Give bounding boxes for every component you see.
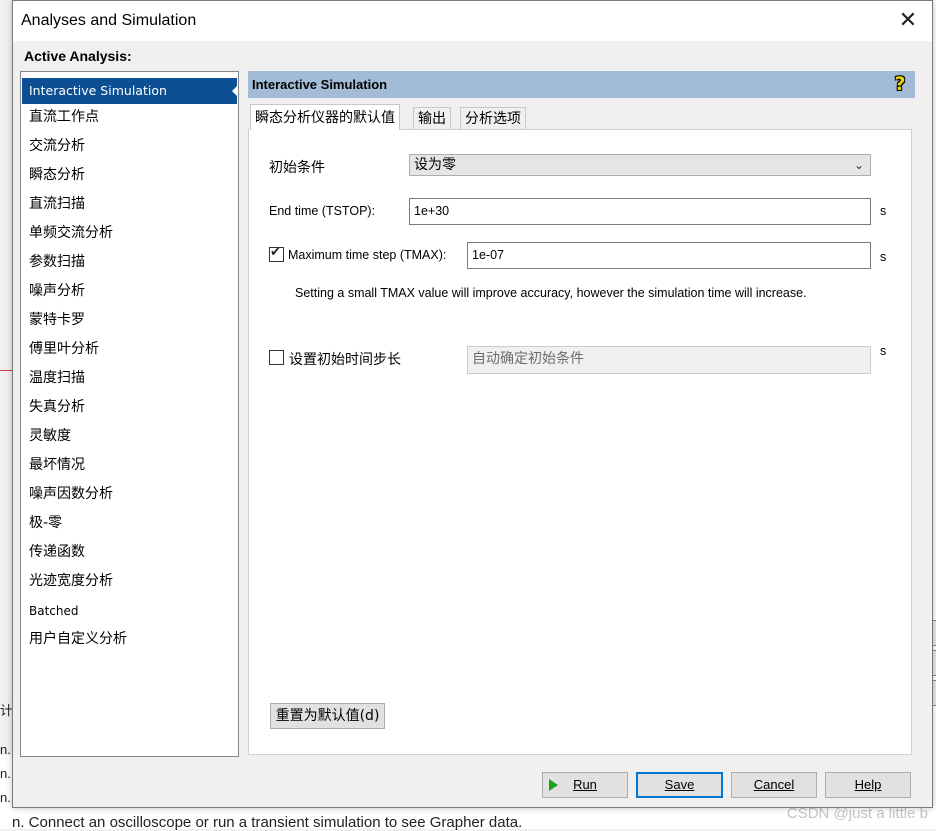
analysis-item-distortion-analysis[interactable]: 失真分析 [22,394,237,420]
tab-transient-defaults[interactable]: 瞬态分析仪器的默认值 [250,104,400,130]
initial-step-input[interactable]: 自动确定初始条件 [467,346,871,374]
background-log-char: n. [0,790,11,805]
analysis-item-noise-analysis[interactable]: 噪声分析 [22,278,237,304]
run-button-label: Run [573,777,597,792]
analysis-item-ac-analysis[interactable]: 交流分析 [22,133,237,159]
analysis-item-label: Interactive Simulation [29,83,167,98]
help-button[interactable]: Help [825,772,911,798]
max-step-unit: s [880,250,887,264]
close-icon[interactable]: ✕ [893,7,923,35]
panel-header: Interactive Simulation ? [248,71,915,98]
active-analysis-label: Active Analysis: [24,48,132,64]
analysis-item-trace-width[interactable]: 光迹宽度分析 [22,568,237,594]
max-step-label: Maximum time step (TMAX): [288,248,447,262]
analysis-item-parameter-sweep[interactable]: 参数扫描 [22,249,237,275]
initial-step-label: 设置初始时间步长 [289,352,401,368]
background-log-char: n. [0,742,11,757]
help-icon[interactable]: ? [891,73,909,95]
play-icon [549,779,558,791]
save-button[interactable]: Save [636,772,723,798]
analyses-dialog: Analyses and Simulation ✕ Active Analysi… [12,0,933,808]
analysis-item-worst-case[interactable]: 最坏情况 [22,452,237,478]
tab-analysis-options[interactable]: 分析选项 [460,107,526,130]
max-step-input[interactable]: 1e-07 [467,242,871,269]
initial-step-checkbox[interactable] [269,350,284,365]
analysis-item-noise-figure[interactable]: 噪声因数分析 [22,481,237,507]
analysis-item-fourier-analysis[interactable]: 傅里叶分析 [22,336,237,362]
selection-arrow-icon [232,85,238,97]
background-log-char: n. [0,766,11,781]
run-button[interactable]: Run [542,772,628,798]
analysis-item-dc-operating-point[interactable]: 直流工作点 [22,104,237,130]
background-status-text: n. Connect an oscilloscope or run a tran… [12,814,523,831]
cancel-button-label: Cancel [753,777,795,792]
initial-condition-select[interactable]: 设为零 ⌄ [409,154,871,176]
analysis-item-monte-carlo[interactable]: 蒙特卡罗 [22,307,237,333]
initial-condition-value: 设为零 [414,157,456,173]
initial-condition-label: 初始条件 [269,160,325,176]
analysis-item-transient-analysis[interactable]: 瞬态分析 [22,162,237,188]
checkmark-icon: ✔ [270,245,281,260]
reset-defaults-button[interactable]: 重置为默认值(d) [270,703,385,729]
tab-output[interactable]: 输出 [413,107,451,130]
chevron-down-icon: ⌄ [853,158,864,172]
tmax-hint-text: Setting a small TMAX value will improve … [295,286,807,300]
dialog-titlebar: Analyses and Simulation ✕ [13,1,932,41]
tab-page: 初始条件 设为零 ⌄ End time (TSTOP): 1e+30 s ✔ M… [248,129,912,755]
analysis-item-single-frequency-ac[interactable]: 单频交流分析 [22,220,237,246]
end-time-input[interactable]: 1e+30 [409,198,871,225]
panel-title: Interactive Simulation [252,77,388,92]
analysis-list[interactable]: Interactive Simulation 直流工作点 交流分析 瞬态分析 直… [20,71,239,757]
initial-step-unit: s [880,344,887,358]
analysis-item-temperature-sweep[interactable]: 温度扫描 [22,365,237,391]
max-step-checkbox[interactable]: ✔ [269,245,284,262]
end-time-label: End time (TSTOP): [269,204,376,218]
analysis-item-user-defined[interactable]: 用户自定义分析 [22,626,237,652]
analysis-item-sensitivity[interactable]: 灵敏度 [22,423,237,449]
analysis-item-dc-sweep[interactable]: 直流扫描 [22,191,237,217]
end-time-unit: s [880,204,887,218]
analysis-item-transfer-function[interactable]: 传递函数 [22,539,237,565]
cancel-button[interactable]: Cancel [731,772,817,798]
analysis-item-pole-zero[interactable]: 极-零 [22,510,237,536]
analysis-item-interactive-simulation[interactable]: Interactive Simulation [22,78,238,104]
save-button-label: Save [664,777,695,792]
analysis-item-batched[interactable]: Batched [22,598,237,624]
dialog-title: Analyses and Simulation [21,12,197,29]
help-button-label: Help [854,777,882,792]
